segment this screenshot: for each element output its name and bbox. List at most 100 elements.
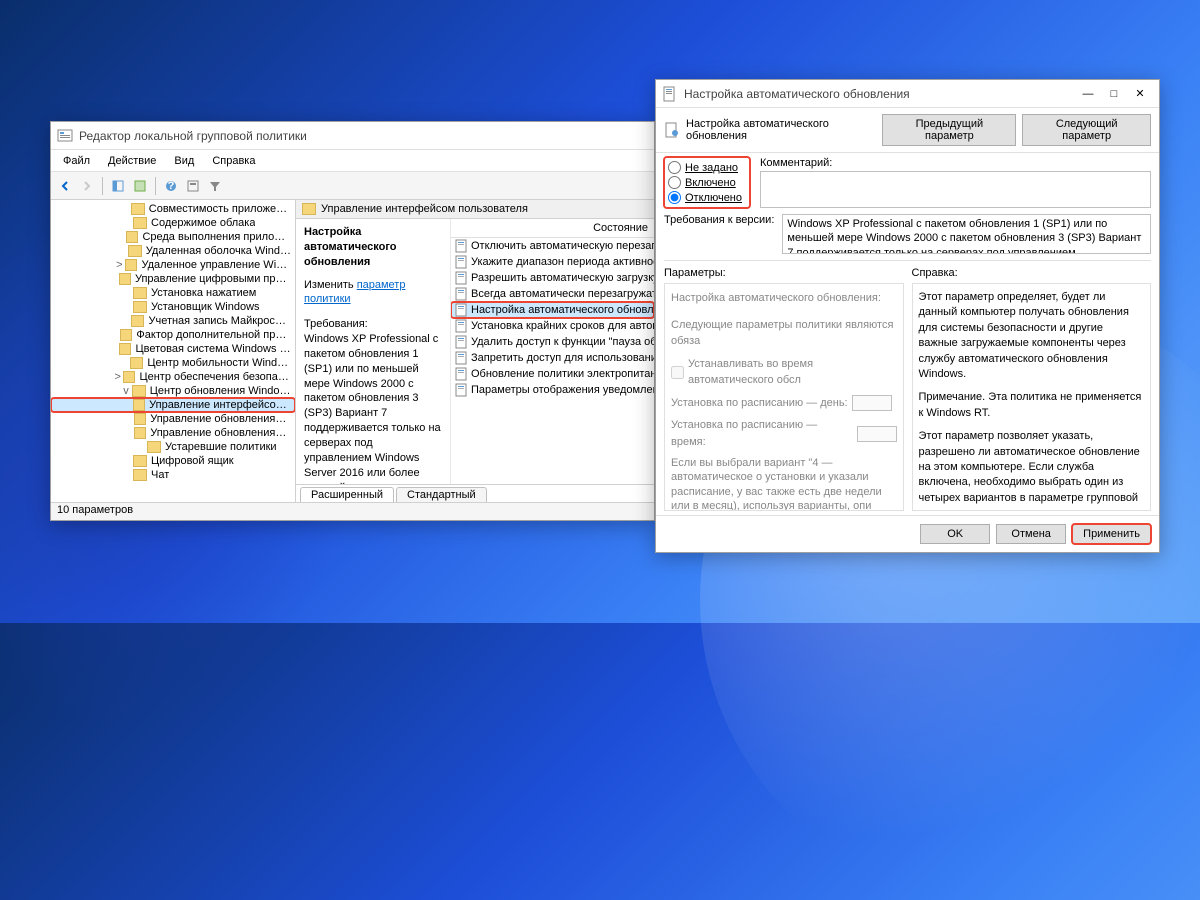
setting-icon — [455, 351, 467, 365]
setting-row[interactable]: Запретить доступ для использования в — [451, 350, 654, 366]
tree-item[interactable]: Учетная запись Майкрософт — [51, 314, 295, 328]
nav-forward-icon[interactable] — [77, 176, 97, 196]
help-box[interactable]: Этот параметр определяет, будет ли данны… — [912, 283, 1152, 511]
policy-dialog: Настройка автоматического обновления ― □… — [655, 79, 1160, 553]
menu-file[interactable]: Файл — [55, 153, 98, 169]
folder-icon — [133, 287, 147, 299]
setting-icon — [455, 255, 467, 269]
list-header: Управление интерфейсом пользователя — [296, 200, 654, 219]
setting-icon — [455, 367, 467, 381]
prev-setting-button[interactable]: Предыдущий параметр — [882, 114, 1016, 146]
setting-row[interactable]: Всегда автоматически перезагружатьс — [451, 286, 654, 302]
tab-standard[interactable]: Стандартный — [396, 487, 487, 502]
tree-item[interactable]: Установка нажатием — [51, 286, 295, 300]
setting-row[interactable]: Удалить доступ к функции "пауза обно — [451, 334, 654, 350]
menu-help[interactable]: Справка — [204, 153, 263, 169]
dialog-titlebar[interactable]: Настройка автоматического обновления ― □… — [656, 80, 1159, 108]
toolbar-filter-icon[interactable] — [183, 176, 203, 196]
radio-not-configured[interactable]: Не задано — [668, 161, 742, 174]
tree-item[interactable]: Удаленная оболочка Windows — [51, 244, 295, 258]
tree-item[interactable]: Установщик Windows — [51, 300, 295, 314]
tree-item[interactable]: Совместимость приложений — [51, 202, 295, 216]
dialog-title: Настройка автоматического обновления — [684, 87, 1075, 101]
gpedit-titlebar[interactable]: Редактор локальной групповой политики — [51, 122, 654, 150]
svg-text:?: ? — [168, 180, 175, 192]
next-setting-button[interactable]: Следующий параметр — [1022, 114, 1151, 146]
folder-icon — [302, 203, 316, 215]
apply-button[interactable]: Применить — [1072, 524, 1151, 544]
setting-icon — [455, 383, 467, 397]
setting-row[interactable]: Настройка автоматического обновле — [451, 302, 654, 318]
gpedit-menubar: Файл Действие Вид Справка — [51, 150, 654, 172]
toolbar-properties-icon[interactable] — [130, 176, 150, 196]
setting-row[interactable]: Укажите диапазон периода активности — [451, 254, 654, 270]
setting-icon — [455, 303, 467, 317]
folder-icon — [119, 343, 131, 355]
toolbar-help-icon[interactable]: ? — [161, 176, 181, 196]
close-button[interactable]: ✕ — [1127, 84, 1153, 104]
tree-item[interactable]: >Центр обеспечения безопасности — [51, 370, 295, 384]
tree-item[interactable]: Управление обновлениями, пре — [51, 412, 295, 426]
tab-extended[interactable]: Расширенный — [300, 487, 394, 502]
tree-item[interactable]: Центр мобильности Windows — [51, 356, 295, 370]
comment-label: Комментарий: — [760, 157, 1151, 169]
setting-row[interactable]: Разрешить автоматическую загрузку о — [451, 270, 654, 286]
setting-row[interactable]: Обновление политики электропитания — [451, 366, 654, 382]
req-version-label: Требования к версии: — [664, 214, 774, 254]
setting-icon — [455, 335, 467, 349]
policy-tree[interactable]: Совместимость приложенийСодержимое облак… — [51, 200, 296, 502]
dialog-subheader: Настройка автоматического обновления Пре… — [656, 108, 1159, 153]
dialog-subtitle: Настройка автоматического обновления — [686, 118, 882, 142]
settings-list[interactable]: Состояние Отключить автоматическую перез… — [451, 219, 654, 484]
state-radio-group: Не задано Включено Отключено — [664, 157, 750, 208]
tree-item[interactable]: Цветовая система Windows Color Sy — [51, 342, 295, 356]
folder-icon — [133, 301, 147, 313]
toolbar-sep — [155, 177, 156, 195]
setting-row[interactable]: Параметры отображения уведомлени — [451, 382, 654, 398]
toolbar-show-hide-icon[interactable] — [108, 176, 128, 196]
policy-icon — [664, 122, 680, 138]
gpedit-body: Совместимость приложенийСодержимое облак… — [51, 200, 654, 502]
ok-button[interactable]: OK — [920, 524, 990, 544]
toolbar-funnel-icon[interactable] — [205, 176, 225, 196]
comment-input[interactable] — [760, 171, 1151, 208]
folder-icon — [133, 399, 145, 411]
tree-item[interactable]: >Удаленное управление Windows — [51, 258, 295, 272]
tree-item[interactable]: Цифровой ящик — [51, 454, 295, 468]
tree-item[interactable]: vЦентр обновления Windows — [51, 384, 295, 398]
tree-item[interactable]: Управление интерфейсом польз — [51, 398, 295, 412]
minimize-button[interactable]: ― — [1075, 84, 1101, 104]
tree-item[interactable]: Фактор дополнительной проверки п — [51, 328, 295, 342]
tree-item[interactable]: Управление цифровыми правами Wi — [51, 272, 295, 286]
maximize-button[interactable]: □ — [1101, 84, 1127, 104]
setting-row[interactable]: Отключить автоматическую перезагру — [451, 238, 654, 254]
menu-action[interactable]: Действие — [100, 153, 164, 169]
tree-item[interactable]: Среда выполнения приложения — [51, 230, 295, 244]
list-column-header: Состояние — [451, 219, 654, 238]
setting-icon — [455, 239, 467, 253]
folder-icon — [134, 427, 146, 439]
tree-item[interactable]: Управление обновлениями, пре — [51, 426, 295, 440]
tree-item[interactable]: Содержимое облака — [51, 216, 295, 230]
folder-icon — [125, 259, 138, 271]
gpedit-window: Редактор локальной групповой политики Фа… — [50, 121, 655, 521]
folder-icon — [131, 315, 145, 327]
menu-view[interactable]: Вид — [166, 153, 202, 169]
schedule-day-input — [852, 395, 892, 411]
radio-disabled[interactable]: Отключено — [668, 191, 742, 204]
req-version-text: Windows XP Professional с пакетом обновл… — [782, 214, 1151, 254]
setting-row[interactable]: Установка крайних сроков для автома — [451, 318, 654, 334]
tree-item[interactable]: Чат — [51, 468, 295, 482]
policy-list-pane: Управление интерфейсом пользователя Наст… — [296, 200, 654, 502]
radio-enabled[interactable]: Включено — [668, 176, 742, 189]
policy-icon — [662, 86, 678, 102]
tree-item[interactable]: Устаревшие политики — [51, 440, 295, 454]
bottom-tabs: Расширенный Стандартный — [296, 484, 654, 502]
folder-icon — [128, 245, 141, 257]
gpedit-icon — [57, 128, 73, 144]
folder-icon — [119, 273, 131, 285]
cancel-button[interactable]: Отмена — [996, 524, 1066, 544]
nav-back-icon[interactable] — [55, 176, 75, 196]
help-label: Справка: — [912, 267, 1152, 279]
folder-icon — [123, 371, 136, 383]
